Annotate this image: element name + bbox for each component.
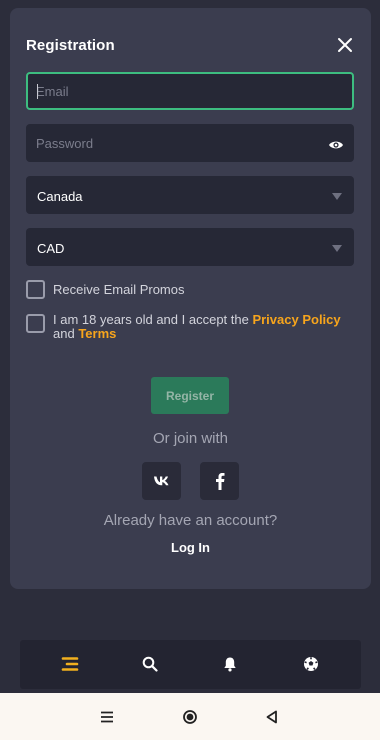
terms-checkbox[interactable] [26, 314, 45, 333]
currency-select[interactable]: CAD [26, 228, 354, 266]
android-navigation-bar [0, 693, 380, 740]
register-button[interactable]: Register [151, 377, 229, 414]
promos-checkbox[interactable] [26, 280, 45, 299]
menu-icon[interactable] [60, 654, 80, 674]
text-caret [37, 84, 38, 99]
chevron-down-icon [332, 245, 342, 252]
terms-text-before: I am 18 years old and I accept the [53, 312, 253, 327]
terms-text-and: and [53, 326, 79, 341]
privacy-policy-link[interactable]: Privacy Policy [252, 312, 340, 327]
recents-icon[interactable] [99, 709, 115, 725]
facebook-button[interactable] [200, 462, 239, 500]
email-field-wrapper [26, 72, 354, 110]
vk-button[interactable] [142, 462, 181, 500]
already-have-account-text: Already have an account? [103, 512, 278, 529]
back-icon[interactable] [264, 709, 280, 725]
currency-select-value: CAD [37, 241, 65, 256]
vk-icon [153, 476, 168, 486]
password-field[interactable] [28, 126, 352, 160]
eye-icon[interactable] [328, 138, 344, 150]
country-select-value: Canada [37, 189, 83, 204]
modal-title: Registration [26, 37, 115, 54]
chevron-down-icon [332, 193, 342, 200]
promos-label: Receive Email Promos [53, 282, 185, 297]
bell-icon[interactable] [220, 654, 240, 674]
home-icon[interactable] [182, 709, 198, 725]
terms-link[interactable]: Terms [78, 326, 116, 341]
country-select[interactable]: Canada [26, 176, 354, 214]
or-join-with-text: Or join with [152, 430, 229, 447]
password-field-wrapper [26, 124, 354, 162]
login-link[interactable]: Log In [10, 540, 371, 555]
close-icon[interactable] [335, 35, 355, 55]
email-field[interactable] [28, 74, 352, 108]
search-icon[interactable] [140, 654, 160, 674]
registration-modal: Registration Canada CAD Receive Email Pr… [10, 8, 371, 589]
soccer-ball-icon[interactable] [301, 654, 321, 674]
facebook-icon [215, 473, 224, 490]
bottom-nav [20, 640, 361, 689]
terms-label: I am 18 years old and I accept the Priva… [53, 313, 341, 341]
